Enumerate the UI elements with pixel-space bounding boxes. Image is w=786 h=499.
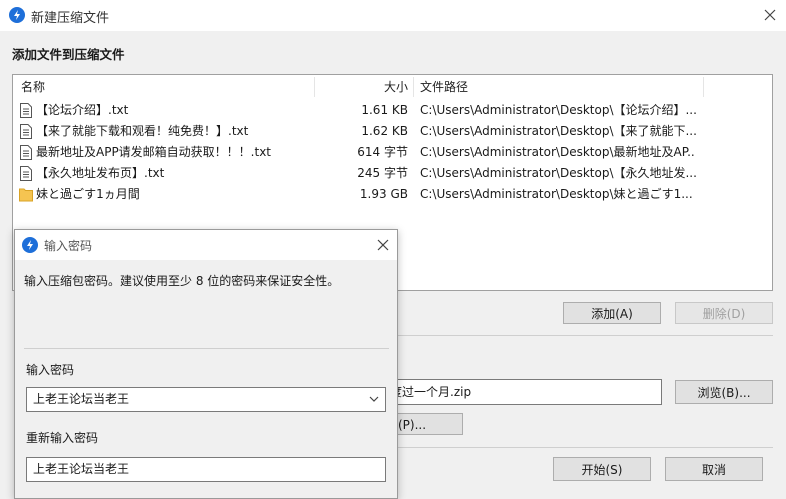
browse-button[interactable]: 浏览(B)... bbox=[675, 380, 773, 404]
password-value: 上老王论坛当老王 bbox=[33, 392, 130, 406]
dialog-title: 输入密码 bbox=[44, 239, 93, 253]
file-size: 1.61 KB bbox=[361, 103, 408, 117]
dialog-description: 输入压缩包密码。建议使用至少 8 位的密码来保证安全性。 bbox=[24, 274, 340, 288]
text-file-icon bbox=[20, 124, 32, 139]
output-path-input[interactable]: 度过一个月.zip bbox=[385, 379, 662, 405]
text-file-icon bbox=[20, 103, 32, 118]
app-logo-icon bbox=[9, 7, 25, 23]
file-path: C:\Users\Administrator\Desktop\最新地址及AP..… bbox=[420, 145, 696, 159]
file-path: C:\Users\Administrator\Desktop\【来了就能下... bbox=[420, 124, 696, 138]
file-row[interactable]: 【来了就能下载和观看！纯免费！】.txt 1.62 KB C:\Users\Ad… bbox=[13, 121, 772, 142]
column-header-path[interactable]: 文件路径 bbox=[420, 75, 468, 99]
folder-icon bbox=[19, 188, 33, 202]
column-divider[interactable] bbox=[703, 77, 704, 97]
column-header-name[interactable]: 名称 bbox=[21, 75, 45, 99]
file-path: C:\Users\Administrator\Desktop\妹と過ごす1... bbox=[420, 187, 693, 201]
dialog-close-icon[interactable] bbox=[375, 237, 391, 253]
file-size: 1.62 KB bbox=[361, 124, 408, 138]
file-path: C:\Users\Administrator\Desktop\【论坛介绍】...… bbox=[420, 103, 696, 117]
divider bbox=[24, 348, 389, 349]
password-field[interactable]: 上老王论坛当老王 bbox=[26, 387, 386, 412]
text-file-icon bbox=[20, 166, 32, 181]
file-name: 【来了就能下载和观看！纯免费！】.txt bbox=[36, 124, 249, 138]
section-title: 添加文件到压缩文件 bbox=[12, 47, 125, 62]
password-label: 输入密码 bbox=[26, 363, 75, 377]
close-icon[interactable] bbox=[762, 7, 778, 23]
window-title: 新建压缩文件 bbox=[31, 11, 110, 26]
start-button[interactable]: 开始(S) bbox=[553, 457, 651, 481]
text-file-icon bbox=[20, 145, 32, 160]
file-row[interactable]: 【永久地址发布页】.txt 245 字节 C:\Users\Administra… bbox=[13, 163, 772, 184]
file-name: 妹と過ごす1ヵ月間 bbox=[36, 187, 140, 201]
file-name: 【论坛介绍】.txt bbox=[36, 103, 129, 117]
cancel-button[interactable]: 取消 bbox=[665, 457, 763, 481]
chevron-down-icon[interactable] bbox=[369, 396, 379, 403]
file-row[interactable]: 【论坛介绍】.txt 1.61 KB C:\Users\Administrato… bbox=[13, 100, 772, 121]
file-size: 1.93 GB bbox=[359, 187, 408, 201]
column-divider[interactable] bbox=[413, 77, 414, 97]
file-path: C:\Users\Administrator\Desktop\【永久地址发... bbox=[420, 166, 696, 180]
divider bbox=[398, 335, 773, 336]
file-row[interactable]: 最新地址及APP请发邮箱自动获取！！！.txt 614 字节 C:\Users\… bbox=[13, 142, 772, 163]
password-dialog: 输入密码 输入压缩包密码。建议使用至少 8 位的密码来保证安全性。 输入密码 上… bbox=[14, 229, 398, 499]
file-name: 【永久地址发布页】.txt bbox=[36, 166, 165, 180]
file-size: 245 字节 bbox=[357, 166, 408, 180]
file-name: 最新地址及APP请发邮箱自动获取！！！.txt bbox=[36, 145, 272, 159]
reenter-password-field[interactable]: 上老王论坛当老王 bbox=[26, 457, 386, 482]
file-size: 614 字节 bbox=[357, 145, 408, 159]
dialog-title-bar: 输入密码 bbox=[15, 230, 397, 260]
divider bbox=[398, 447, 773, 448]
file-row[interactable]: 妹と過ごす1ヵ月間 1.93 GB C:\Users\Administrator… bbox=[13, 184, 772, 205]
reenter-password-label: 重新输入密码 bbox=[26, 431, 99, 445]
add-button[interactable]: 添加(A) bbox=[563, 302, 661, 324]
app-logo-icon bbox=[22, 237, 38, 253]
delete-button[interactable]: 删除(D) bbox=[675, 302, 773, 324]
column-header-size[interactable]: 大小 bbox=[313, 75, 408, 99]
title-bar: 新建压缩文件 bbox=[0, 0, 786, 31]
